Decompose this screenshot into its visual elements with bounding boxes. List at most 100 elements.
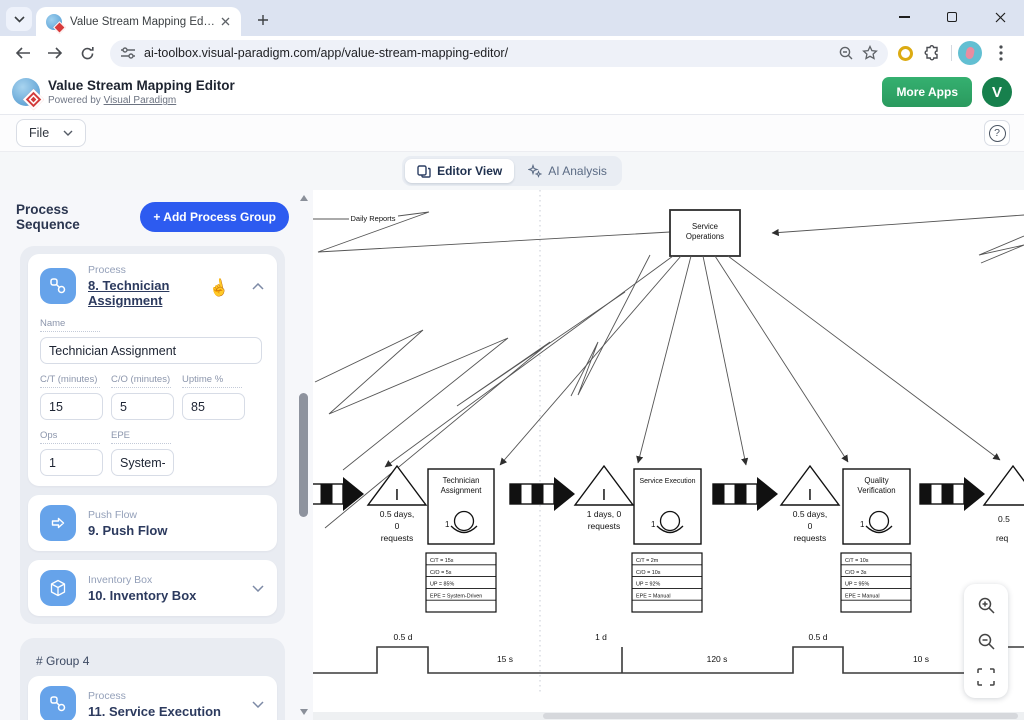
diagram-canvas[interactable]: Daily Reports Service Operations [313,190,1024,720]
arrow-right-icon [47,46,63,60]
push-arrow-2[interactable] [510,477,575,511]
arrow-left-icon [15,46,31,60]
inventory-triangle-1[interactable]: I 0.5 days, 0 requests [368,466,426,543]
process-icon [40,686,76,720]
ops-label: Ops [40,430,100,444]
close-window-button[interactable] [990,7,1010,27]
minimize-button[interactable] [894,7,914,27]
help-button[interactable]: ? [984,120,1010,146]
card-title: 9. Push Flow [88,523,265,538]
push-arrow-3[interactable] [713,477,778,511]
zoom-indicator-icon[interactable] [838,45,854,61]
push-arrow-4[interactable] [920,477,985,511]
scroll-down-icon[interactable] [300,709,308,715]
tab-search-button[interactable] [6,7,32,31]
stat-uptime: UP = 92% [636,582,661,588]
inventory-label: requests [794,533,827,543]
browser-titlebar: Value Stream Mapping Editor [0,0,1024,36]
inventory-box-icon [40,570,76,606]
inventory-glyph: I [395,487,399,504]
tab-close-button[interactable] [217,14,233,30]
name-field[interactable] [40,337,262,364]
chevron-down-icon[interactable] [251,701,265,708]
top-box-line2: Operations [686,232,724,241]
plus-icon [257,14,269,26]
process-name: Service Execution [639,478,695,485]
inventory-label: requests [381,533,414,543]
top-box-line1: Service [692,222,718,231]
inventory-triangle-2[interactable]: I 1 days, 0 requests [575,466,633,531]
chevron-up-icon[interactable] [251,283,265,290]
tab-editor-view[interactable]: Editor View [405,159,514,183]
inventory-label: 1 days, 0 [587,509,622,519]
app-menubar: File ? [0,115,1024,152]
ct-field[interactable] [40,393,103,420]
push-arrow-1[interactable] [313,477,364,511]
timeline-label: 10 s [913,654,929,664]
add-process-group-button[interactable]: + Add Process Group [140,202,289,232]
process-group-panel-4: # Group 4 Process 11. Service Execution [20,638,285,720]
process-card-technician-assignment[interactable]: Process 8. Technician Assignment Name C/… [28,254,277,486]
canvas-horizontal-scrollbar[interactable] [313,712,1024,720]
timeline-label: 1 d [595,632,607,642]
stat-epe: EPE = Manual [636,593,671,599]
back-button[interactable] [10,40,36,66]
process-card-service-execution[interactable]: Process 11. Service Execution [28,676,277,720]
service-operations-box[interactable]: Service Operations [670,210,740,256]
process-box-quality-verification[interactable]: Quality Verification 1 C/T = 10s C/O = 3… [841,469,911,612]
zoom-out-button[interactable] [972,628,1000,654]
inventory-box-card-10[interactable]: Inventory Box 10. Inventory Box [28,560,277,616]
browser-tab[interactable]: Value Stream Mapping Editor [36,7,241,36]
process-group-panel-3: Process 8. Technician Assignment Name C/… [20,246,285,624]
card-title: 10. Inventory Box [88,588,239,603]
uptime-field[interactable] [182,393,245,420]
new-tab-button[interactable] [251,8,275,32]
operator-count: 1 [651,520,656,529]
url-bar[interactable]: ai-toolbox.visual-paradigm.com/app/value… [110,40,888,67]
ct-label: C/T (minutes) [40,374,100,388]
process-box-technician-assignment[interactable]: Technician Assignment 1 C/T = 15s C/O = … [426,469,496,612]
chevron-down-icon[interactable] [251,585,265,592]
forward-button[interactable] [42,40,68,66]
reload-button[interactable] [74,40,100,66]
sidebar-scrollbar[interactable] [297,190,311,720]
stat-ct: C/T = 15s [430,558,454,564]
more-apps-button[interactable]: More Apps [882,77,972,107]
epe-field[interactable] [111,449,174,476]
app-title-block: Value Stream Mapping Editor Powered by V… [48,78,235,106]
browser-menu-button[interactable] [988,40,1014,66]
minimize-icon [899,16,910,17]
maximize-button[interactable] [942,7,962,27]
ops-field[interactable] [40,449,103,476]
stat-ct: C/T = 2m [636,558,659,564]
co-label: C/O (minutes) [111,374,171,388]
inventory-label: requests [588,521,621,531]
scrollbar-thumb[interactable] [299,393,308,517]
extensions-button[interactable] [919,40,945,66]
epe-label: EPE [111,430,171,444]
co-field[interactable] [111,393,174,420]
page-title: Value Stream Mapping Editor [48,78,235,95]
user-avatar[interactable]: V [982,77,1012,107]
right-zigzag-flow [979,236,1024,263]
inventory-label: 0.5 [998,514,1010,524]
app-header: Value Stream Mapping Editor Powered by V… [0,70,1024,115]
inventory-triangle-4[interactable]: 0.5 req [984,466,1024,543]
browser-profile-avatar[interactable] [958,41,982,65]
push-flow-card-9[interactable]: Push Flow 9. Push Flow [28,495,277,551]
process-box-service-execution[interactable]: Service Execution 1 C/T = 2m C/O = 10s U… [632,469,702,612]
stat-epe: EPE = System-Driven [430,593,482,599]
scroll-up-icon[interactable] [300,195,308,201]
bookmark-star-icon[interactable] [862,45,878,61]
stat-uptime: UP = 95% [845,582,870,588]
fit-screen-button[interactable] [972,664,1000,690]
file-menu-button[interactable]: File [16,119,86,147]
scrollbar-thumb[interactable] [543,713,1018,719]
inventory-triangle-3[interactable]: I 0.5 days, 0 requests [781,466,839,543]
powered-by: Powered by Visual Paradigm [48,95,235,106]
process-sequence-sidebar: Process Sequence + Add Process Group Pro… [0,190,313,720]
visual-paradigm-link[interactable]: Visual Paradigm [104,95,177,106]
tab-ai-analysis[interactable]: AI Analysis [516,159,619,183]
zoom-in-button[interactable] [972,592,1000,618]
extension-badge-icon[interactable] [898,46,913,61]
